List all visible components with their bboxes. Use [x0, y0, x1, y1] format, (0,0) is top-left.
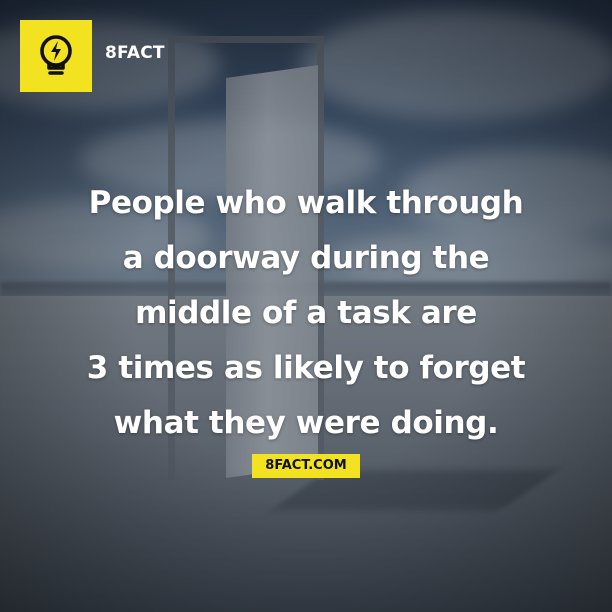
website-url-badge[interactable]: 8FACT.COM: [252, 454, 360, 478]
fact-line: what they were doing.: [113, 405, 499, 441]
brand-name[interactable]: 8FACT: [105, 43, 165, 63]
lightbulb-bolt-icon: [40, 35, 72, 75]
fact-line: People who walk through: [88, 185, 524, 221]
fact-text: People who walk through a doorway during…: [20, 176, 592, 451]
fact-line: 3 times as likely to forget: [86, 350, 526, 386]
fact-line: a doorway during the: [122, 240, 490, 276]
fact-line: middle of a task are: [135, 295, 477, 331]
brand-logo[interactable]: [20, 20, 92, 92]
fact-card: 8FACT People who walk through a doorway …: [0, 0, 612, 612]
